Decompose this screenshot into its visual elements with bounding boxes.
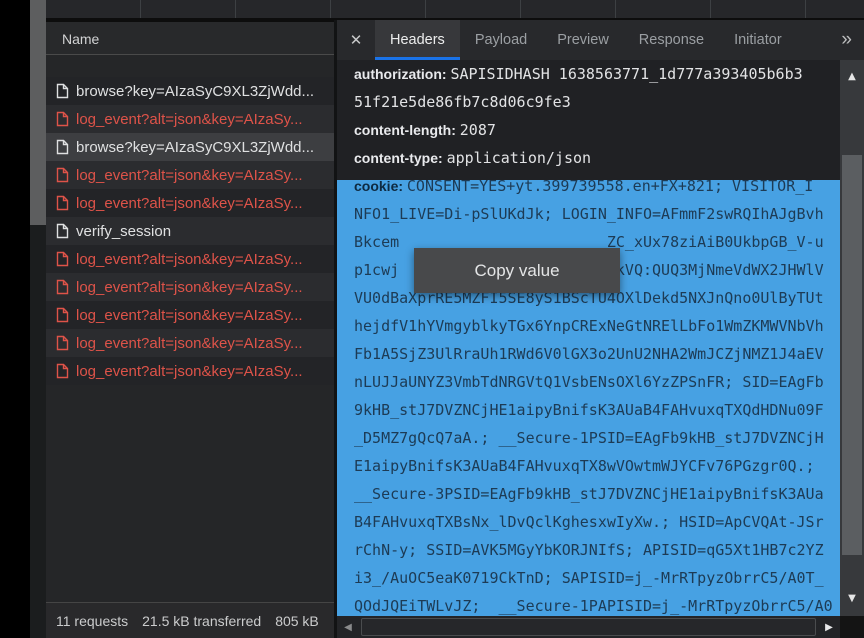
header-value: 2087: [460, 121, 496, 139]
cookie-line: nLUJJaUNYZ3VmbTdNRGVtQ1VsbENsOXl6YzZPSnF…: [337, 368, 840, 396]
file-icon: [56, 223, 69, 239]
more-tabs-icon[interactable]: »: [841, 20, 852, 60]
headers-content: authorization: SAPISIDHASH 1638563771_1d…: [337, 60, 840, 616]
cookie-value: CONSENT=YES+yt.399739558.en+FX+821; VISI…: [407, 177, 813, 195]
table-row[interactable]: log_event?alt=json&key=AIzaSy...: [46, 301, 334, 329]
cookie-line: i3_/AuOC5eaK0719CkTnD; SAPISID=j_-MrRTpy…: [337, 564, 840, 592]
cookie-line: NFO1_LIVE=Di-pSlUKdJk; LOGIN_INFO=AFmmF2…: [337, 200, 840, 228]
scrollbar-corner: [840, 616, 864, 638]
request-name: log_event?alt=json&key=AIzaSy...: [76, 363, 303, 380]
cookie-line: cookie: CONSENT=YES+yt.399739558.en+FX+8…: [337, 172, 840, 200]
table-row[interactable]: browse?key=AIzaSyC9XL3ZjWdd...: [46, 77, 334, 105]
context-menu-copy-value[interactable]: Copy value: [414, 248, 620, 293]
table-row[interactable]: verify_session: [46, 217, 334, 245]
header-name: authorization:: [354, 66, 450, 82]
network-summary-bar: 11 requests 21.5 kB transferred 805 kB: [46, 602, 334, 638]
file-icon: [56, 111, 69, 127]
tab-label: Preview: [557, 32, 609, 48]
vertical-scrollbar-thumb[interactable]: [842, 155, 862, 555]
cookie-line: E1aipyBnifsK3AUaB4FAHvuxqTX8wVOwtmWJYCFv…: [337, 452, 840, 480]
table-row[interactable]: log_event?alt=json&key=AIzaSy...: [46, 189, 334, 217]
scroll-down-icon[interactable]: ▼: [840, 590, 864, 606]
file-icon: [56, 83, 69, 99]
cookie-line: QOdJQEiTWLvJZ; __Secure-1PAPISID=j_-MrRT…: [337, 592, 840, 616]
cookie-line: Fb1A5SjZ3UlRraUh1RWd6V0lGX3o2UnU2NHA2WmJ…: [337, 340, 840, 368]
file-icon: [56, 251, 69, 267]
tab-initiator[interactable]: Initiator: [719, 20, 797, 60]
request-details-panel: ✕ Headers Payload Preview Response Initi…: [337, 20, 864, 638]
table-row[interactable]: log_event?alt=json&key=AIzaSy...: [46, 357, 334, 385]
page-scrollbar-thumb[interactable]: [30, 0, 46, 225]
close-icon[interactable]: ✕: [337, 20, 375, 60]
cookie-line: B4FAHvuxqTXBsNx_lDvQclKghesxwIyXw.; HSID…: [337, 508, 840, 536]
cookie-line: rChN-y; SSID=AVK5MGyYbKORJNIfS; APISID=q…: [337, 536, 840, 564]
request-name: log_event?alt=json&key=AIzaSy...: [76, 307, 303, 324]
request-name: log_event?alt=json&key=AIzaSy...: [76, 335, 303, 352]
cookie-line: hejdfV1hYVmgyblkyTGx6YnpCRExNeGtNRElLbFo…: [337, 312, 840, 340]
cookie-line: 9kHB_stJ7DVZNCjHE1aipyBnifsK3AUaB4FAHvux…: [337, 396, 840, 424]
header-line-content-type: content-type: application/json: [337, 144, 840, 172]
devtools-window: Name browse?key=AIzaSyC9XL3ZjWdd... log_…: [0, 0, 864, 638]
request-name: log_event?alt=json&key=AIzaSy...: [76, 279, 303, 296]
header-name: content-type:: [354, 150, 447, 166]
header-name: cookie:: [354, 178, 407, 194]
tab-label: Headers: [390, 32, 445, 48]
table-row[interactable]: log_event?alt=json&key=AIzaSy...: [46, 329, 334, 357]
page-vertical-scrollbar[interactable]: [30, 0, 46, 638]
scroll-left-icon[interactable]: ◀: [337, 616, 359, 638]
header-name: content-length:: [354, 122, 460, 138]
table-row[interactable]: log_event?alt=json&key=AIzaSy...: [46, 161, 334, 189]
request-name: log_event?alt=json&key=AIzaSy...: [76, 251, 303, 268]
header-value: SAPISIDHASH 1638563771_1d777a393405b6b3: [450, 65, 802, 83]
tab-preview[interactable]: Preview: [542, 20, 624, 60]
table-row-selected[interactable]: browse?key=AIzaSyC9XL3ZjWdd...: [46, 133, 334, 161]
horizontal-scrollbar-thumb[interactable]: [361, 618, 816, 636]
request-name: log_event?alt=json&key=AIzaSy...: [76, 167, 303, 184]
details-tab-bar: ✕ Headers Payload Preview Response Initi…: [337, 20, 864, 60]
request-name: log_event?alt=json&key=AIzaSy...: [76, 111, 303, 128]
request-name: verify_session: [76, 223, 171, 240]
tab-label: Initiator: [734, 32, 782, 48]
tab-headers[interactable]: Headers: [375, 20, 460, 60]
header-line-authorization-wrap: 51f21e5de86fb7c8d06c9fe3: [337, 88, 840, 116]
details-horizontal-scrollbar[interactable]: ◀ ▶: [337, 616, 840, 638]
tab-payload[interactable]: Payload: [460, 20, 542, 60]
left-black-margin: [0, 0, 30, 638]
header-value: 51f21e5de86fb7c8d06c9fe3: [354, 93, 571, 111]
transferred-size: 21.5 kB transferred: [142, 613, 261, 629]
resources-size: 805 kB: [275, 613, 319, 629]
header-line-authorization: authorization: SAPISIDHASH 1638563771_1d…: [337, 60, 840, 88]
details-vertical-scrollbar[interactable]: ▲ ▼: [840, 60, 864, 616]
file-icon: [56, 167, 69, 183]
tab-response[interactable]: Response: [624, 20, 719, 60]
file-icon: [56, 335, 69, 351]
cookie-line: _D5MZ7gQcQ7aA.; __Secure-1PSID=EAgFb9kHB…: [337, 424, 840, 452]
requests-count: 11 requests: [56, 613, 128, 629]
request-name: browse?key=AIzaSyC9XL3ZjWdd...: [76, 83, 314, 100]
header-line-content-length: content-length: 2087: [337, 116, 840, 144]
table-row[interactable]: log_event?alt=json&key=AIzaSy...: [46, 105, 334, 133]
network-overview-strip[interactable]: [46, 0, 864, 20]
scroll-right-icon[interactable]: ▶: [818, 616, 840, 638]
file-icon: [56, 307, 69, 323]
cookie-line: __Secure-3PSID=EAgFb9kHB_stJ7DVZNCjHE1ai…: [337, 480, 840, 508]
scroll-up-icon[interactable]: ▲: [840, 68, 864, 84]
network-request-panel: Name browse?key=AIzaSyC9XL3ZjWdd... log_…: [46, 20, 334, 638]
file-icon: [56, 139, 69, 155]
file-icon: [56, 279, 69, 295]
tab-label: Payload: [475, 32, 527, 48]
name-column-header[interactable]: Name: [46, 20, 334, 55]
request-rows: browse?key=AIzaSyC9XL3ZjWdd... log_event…: [46, 77, 334, 385]
request-name: log_event?alt=json&key=AIzaSy...: [76, 195, 303, 212]
table-row[interactable]: log_event?alt=json&key=AIzaSy...: [46, 245, 334, 273]
tab-label: Response: [639, 32, 704, 48]
file-icon: [56, 363, 69, 379]
request-name: browse?key=AIzaSyC9XL3ZjWdd...: [76, 139, 314, 156]
table-row[interactable]: log_event?alt=json&key=AIzaSy...: [46, 273, 334, 301]
header-value: application/json: [447, 149, 592, 167]
file-icon: [56, 195, 69, 211]
